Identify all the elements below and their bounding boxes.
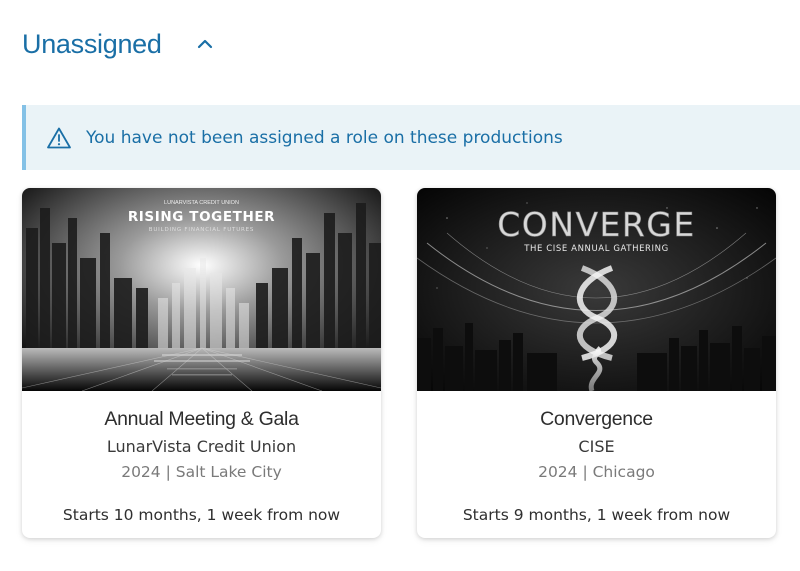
production-organization: LunarVista Credit Union	[106, 437, 297, 456]
production-poster-image: LUNARVISTA CREDIT UNION RISING TOGETHER …	[22, 188, 381, 391]
production-year-location: 2024 | Chicago	[538, 463, 655, 481]
poster-headline: RISING TOGETHER	[128, 209, 275, 225]
section-title: Unassigned	[22, 28, 162, 59]
alert-message: You have not been assigned a role on the…	[86, 127, 563, 148]
production-start-time: Starts 10 months, 1 week from now	[62, 506, 341, 524]
production-title: Convergence	[540, 408, 653, 430]
production-card[interactable]: CONVERGE THE CISE ANNUAL GATHERING Conve…	[417, 188, 776, 538]
poster-subline: THE CISE ANNUAL GATHERING	[523, 244, 669, 254]
poster-headline: CONVERGE	[497, 205, 695, 244]
unassigned-alert: You have not been assigned a role on the…	[22, 105, 800, 170]
production-start-time: Starts 9 months, 1 week from now	[462, 506, 731, 524]
production-organization: CISE	[578, 437, 615, 456]
production-year-location: 2024 | Salt Lake City	[121, 463, 282, 481]
poster-subline: BUILDING FINANCIAL FUTURES	[149, 227, 254, 233]
section-header: Unassigned	[22, 24, 218, 64]
poster-brand-line: LUNARVISTA CREDIT UNION	[164, 200, 239, 206]
chevron-up-icon[interactable]	[192, 31, 218, 57]
production-title: Annual Meeting & Gala	[104, 408, 299, 430]
warning-triangle-icon	[46, 125, 72, 151]
production-poster-image: CONVERGE THE CISE ANNUAL GATHERING	[417, 188, 776, 391]
production-card[interactable]: LUNARVISTA CREDIT UNION RISING TOGETHER …	[22, 188, 381, 538]
